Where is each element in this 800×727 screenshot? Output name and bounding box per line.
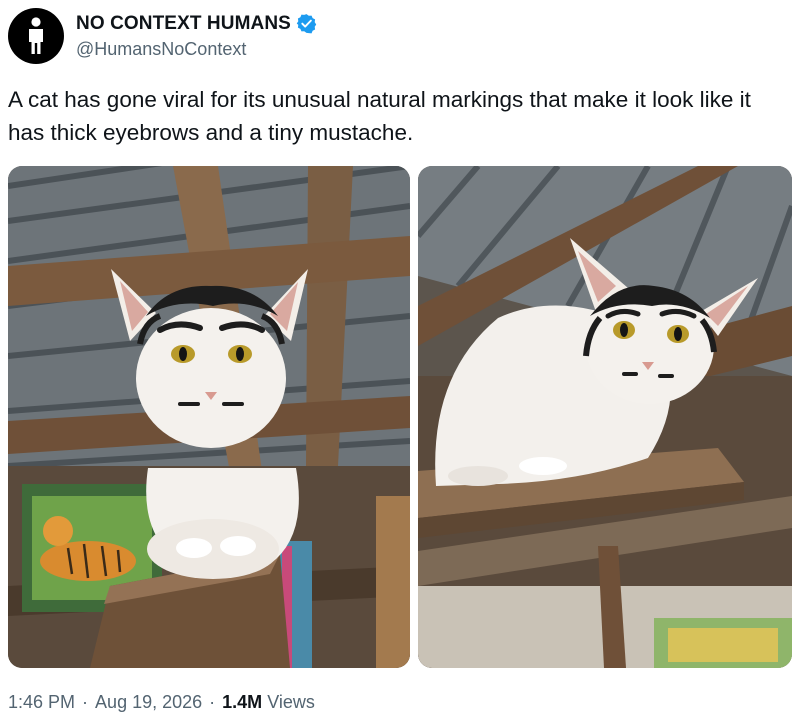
tweet-time[interactable]: 1:46 PM — [8, 692, 75, 713]
photo-cat-on-shelf[interactable] — [418, 166, 792, 668]
person-standing-icon — [29, 17, 43, 54]
tweet-meta: 1:46 PM · Aug 19, 2026 · 1.4M Views — [8, 692, 315, 713]
views-count: 1.4M — [222, 692, 263, 712]
verified-badge-icon[interactable] — [296, 13, 317, 34]
author-display-name[interactable]: NO CONTEXT HUMANS — [76, 13, 291, 35]
meta-separator: · — [82, 692, 89, 712]
avatar[interactable] — [8, 8, 64, 64]
tweet-header: NO CONTEXT HUMANS @HumansNoContext — [8, 8, 317, 64]
tweet-date[interactable]: Aug 19, 2026 — [95, 692, 202, 713]
photo-cat-on-post[interactable] — [8, 166, 410, 668]
tweet-text: A cat has gone viral for its unusual nat… — [8, 87, 751, 145]
author-names: NO CONTEXT HUMANS @HumansNoContext — [76, 13, 317, 60]
tweet-media — [8, 166, 792, 668]
views-label: Views — [267, 692, 315, 712]
author-handle[interactable]: @HumansNoContext — [76, 39, 317, 60]
meta-separator: · — [209, 692, 216, 712]
